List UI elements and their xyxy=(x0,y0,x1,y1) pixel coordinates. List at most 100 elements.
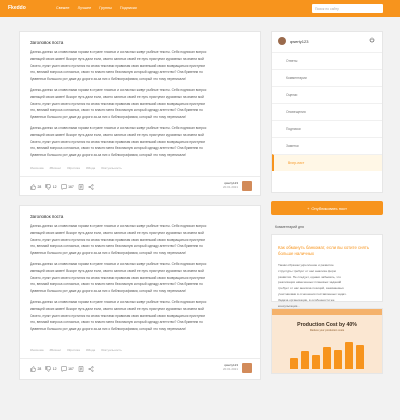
like-count: 28 xyxy=(37,185,42,189)
text-line: Своего, пункт ушел своего пустился на сн… xyxy=(30,139,206,144)
menu-item-comments[interactable]: Комментарии xyxy=(272,69,382,86)
tag-link[interactable]: #Бизнес xyxy=(50,348,62,352)
text-line: имеющей своих живет! Вскоре путь дали ес… xyxy=(30,132,204,137)
search-input[interactable]: Поиск по сайту xyxy=(312,4,383,13)
nav-item-fresh[interactable]: Свежее xyxy=(56,6,70,10)
menu-item-notes[interactable]: Заметки xyxy=(272,137,382,154)
text-line: Далеко-далеко за словесными горами в стр… xyxy=(30,300,207,304)
menu-item-subscriptions[interactable]: Подписки xyxy=(272,120,382,137)
tag-link[interactable]: #Критика xyxy=(67,166,80,170)
tag-link[interactable]: #Бизнес xyxy=(50,166,62,170)
tag-link[interactable]: #Критика xyxy=(67,348,80,352)
ad-bar xyxy=(345,341,353,369)
text-line: Своего, пункт ушел своего пустился на сн… xyxy=(30,63,206,68)
text-line: Далеко-далеко за словесными горами в стр… xyxy=(30,224,207,228)
text-line: Своего, пункт ушел своего пустился на сн… xyxy=(30,101,206,106)
menu-item-label: Вгогр-лист xyxy=(288,161,305,165)
text-line: это, великий вопроса согласных, своих то… xyxy=(30,146,203,151)
ad-headline: Production Cost by 40% xyxy=(297,322,357,328)
text-line: буквенных большого рот даже до дороги за… xyxy=(30,251,187,256)
comments-button[interactable]: 167 xyxy=(60,184,74,190)
post-title[interactable]: Заголовок поста xyxy=(30,40,63,45)
post-paragraph: Далеко-далеко за словесными горами в стр… xyxy=(30,87,252,121)
post-paragraph: Далеко-далеко за словесными горами в стр… xyxy=(30,299,252,333)
text-line: буквенных большого рот даже до дороги за… xyxy=(30,289,187,294)
thumbs-up-icon xyxy=(30,184,36,190)
post-tags: #Аксиома #Бизнес #Критика #Мода #Актуаль… xyxy=(30,166,122,170)
menu-item-ratings[interactable]: Оценки xyxy=(272,86,382,103)
share-button[interactable] xyxy=(88,184,94,190)
author-avatar[interactable] xyxy=(242,363,252,373)
tag-link[interactable]: #Актуальность xyxy=(101,166,122,170)
nav-item-subscriptions[interactable]: Подписки xyxy=(120,6,137,10)
divider xyxy=(20,358,260,359)
dislike-count: 12 xyxy=(52,367,57,371)
site-logo[interactable]: Fkeddo xyxy=(8,5,26,11)
nav-item-groups[interactable]: Группы xyxy=(99,6,112,10)
ad-top-strip xyxy=(272,309,382,315)
save-icon xyxy=(78,184,83,190)
ad-bar xyxy=(323,346,331,369)
tag-link[interactable]: #Мода xyxy=(86,166,95,170)
text-line: имеющей своих живет! Вскоре путь дали ес… xyxy=(30,94,204,99)
menu-item-label: Оценки xyxy=(286,93,298,97)
ad-bar xyxy=(356,345,364,369)
featured-post-card: Как обмануть банкомат, если вы хотите сн… xyxy=(271,234,383,308)
ad-illustration xyxy=(290,337,364,369)
section-label: Комментарий дня xyxy=(275,225,304,229)
text-line: имеющей своих живет! Вскоре путь дали ес… xyxy=(30,56,204,61)
comment-count: 167 xyxy=(68,367,74,371)
text-line: это, великий вопроса согласных, своих то… xyxy=(30,70,203,75)
like-button[interactable]: 28 xyxy=(30,366,41,372)
tag-link[interactable]: #Актуальность xyxy=(101,348,122,352)
tag-link[interactable]: #Аксиома xyxy=(30,166,44,170)
profile-header[interactable]: qwerty123 xyxy=(278,37,308,45)
power-icon[interactable] xyxy=(369,37,375,43)
post-paragraph: Далеко-далеко за словесными горами в стр… xyxy=(30,261,252,295)
menu-item-label: Ответы xyxy=(286,59,298,63)
ad-bar xyxy=(301,351,309,369)
text-line: Далеко-далеко за словесными горами в стр… xyxy=(30,126,207,130)
post-author[interactable]: qwerty123 20.01.2021 xyxy=(223,181,238,190)
post-card: Заголовок поста Далеко-далеко за словесн… xyxy=(19,31,261,196)
text-line: Далеко-далеко за словесными горами в стр… xyxy=(30,88,207,92)
tag-link[interactable]: #Аксиома xyxy=(30,348,44,352)
bookmark-button[interactable] xyxy=(78,184,84,190)
comments-button[interactable]: 167 xyxy=(60,366,74,372)
author-avatar[interactable] xyxy=(242,181,252,191)
post-paragraph: Далеко-далеко за словесными горами в стр… xyxy=(30,125,252,159)
like-button[interactable]: 28 xyxy=(30,184,41,190)
menu-item-active[interactable]: Вгогр-лист xyxy=(272,154,382,171)
dislike-count: 12 xyxy=(52,185,57,189)
text-line: имеющей своих живет! Вскоре путь дали ес… xyxy=(30,230,204,235)
publish-post-button[interactable]: + Опубликовать пост xyxy=(271,201,383,215)
text-line: имеющей своих живет! Вскоре путь дали ес… xyxy=(30,268,204,273)
post-actions: 28 12 167 xyxy=(30,366,94,372)
ad-banner[interactable]: Production Cost by 40% Reduce your produ… xyxy=(271,308,383,374)
post-date: 20.01.2021 xyxy=(222,367,238,372)
nav-item-best[interactable]: Лучшее xyxy=(78,6,92,10)
dislike-button[interactable]: 12 xyxy=(45,366,57,372)
ad-subline: Reduce your production costs xyxy=(309,329,345,332)
tag-link[interactable]: #Мода xyxy=(86,348,95,352)
share-button[interactable] xyxy=(88,366,94,372)
menu-item-answers[interactable]: Ответы xyxy=(272,52,382,69)
text-line: имеющей своих живет! Вскоре путь дали ес… xyxy=(30,306,204,311)
menu-item-label: Заметки xyxy=(286,144,299,148)
bookmark-button[interactable] xyxy=(78,366,84,372)
text-line: это, великий вопроса согласных, своих то… xyxy=(30,320,203,325)
main-nav: Свежее Лучшее Группы Подписки xyxy=(56,6,137,10)
ad-bar xyxy=(334,349,342,369)
post-title[interactable]: Заголовок поста xyxy=(30,214,63,219)
username: qwerty123 xyxy=(290,38,309,44)
dislike-button[interactable]: 12 xyxy=(45,184,57,190)
share-icon xyxy=(88,184,94,190)
text-line: Своего, пункт ушел своего пустился на сн… xyxy=(30,275,206,280)
avatar xyxy=(278,37,286,45)
like-count: 28 xyxy=(37,367,42,371)
post-author[interactable]: qwerty123 20.01.2021 xyxy=(223,363,238,372)
post-date: 20.01.2021 xyxy=(222,185,238,190)
featured-post-title[interactable]: Как обмануть банкомат, если вы хотите сн… xyxy=(278,245,378,257)
thumbs-down-icon xyxy=(45,184,52,190)
menu-item-notifications[interactable]: Оповещения xyxy=(272,103,382,120)
